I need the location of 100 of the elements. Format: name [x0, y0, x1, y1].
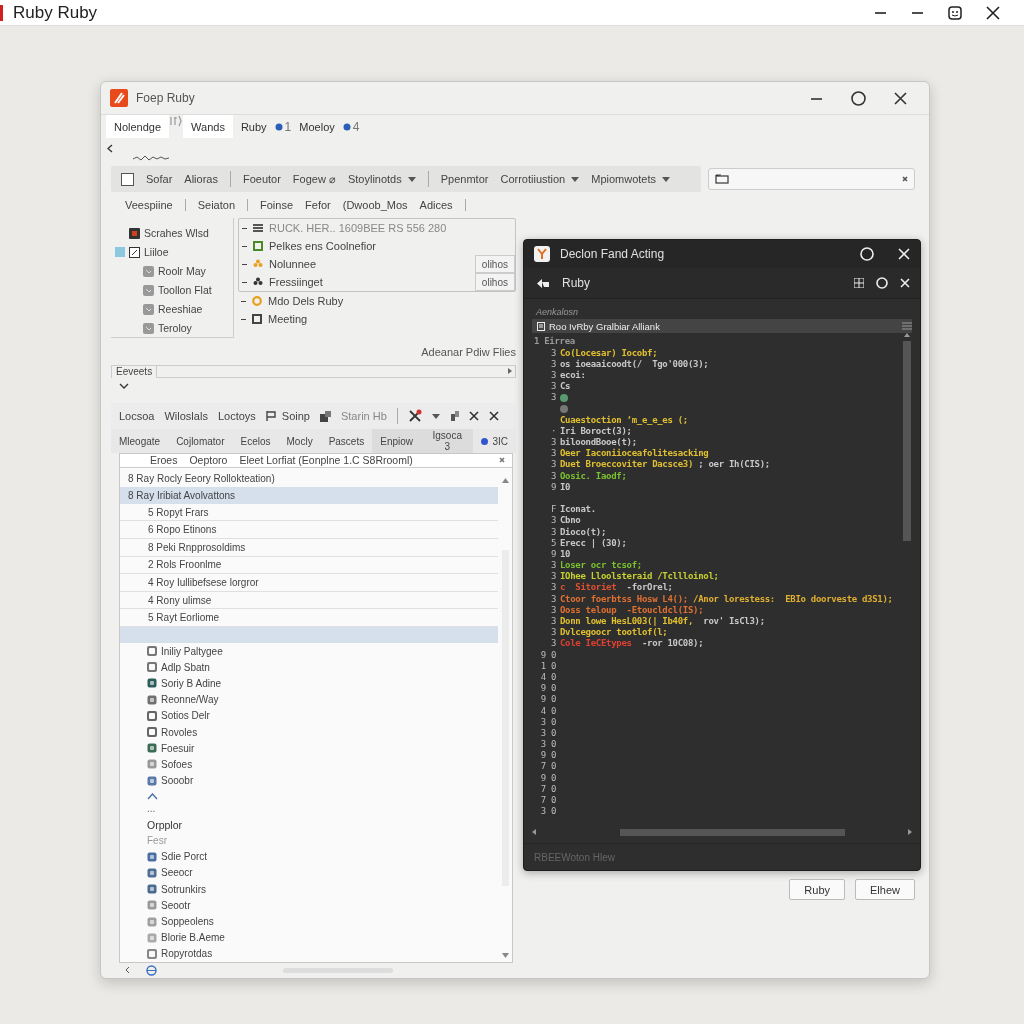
dropdown-button[interactable]: Stoylinotds — [347, 173, 416, 185]
sidebar-item[interactable]: Liiloe — [111, 243, 233, 261]
list-item[interactable]: Reonne/Way — [161, 694, 219, 706]
tree-item[interactable]: Nolunnee — [269, 258, 469, 270]
tree-row[interactable]: 8 Ray Iribiat Avolvattons — [120, 486, 498, 504]
list-item[interactable]: Seootr — [161, 899, 191, 911]
list-item[interactable]: Soppeolens — [161, 916, 214, 928]
caret-icon[interactable] — [571, 176, 580, 182]
toolbar-button[interactable]: Loctoys — [217, 410, 256, 422]
chevron-down-icon[interactable] — [119, 383, 129, 389]
tab[interactable]: Ruby — [232, 115, 275, 138]
close-icon[interactable] — [986, 5, 1000, 20]
filter-label[interactable]: Oeptoro — [189, 454, 228, 467]
tree-item[interactable]: Pelkes ens Coolnefior — [269, 240, 515, 252]
list-item[interactable]: Soriy B Adine — [161, 677, 222, 689]
tree-row[interactable]: 6 Ropo Etinons — [120, 521, 498, 540]
tree-item[interactable]: Mdo Dels Ruby — [268, 295, 516, 307]
list-item[interactable]: Blorie B.Aeme — [161, 932, 225, 944]
close-icon[interactable] — [468, 411, 479, 421]
back-icon[interactable] — [536, 277, 550, 289]
close-icon[interactable] — [894, 91, 907, 105]
ellipsis-text: ... — [147, 802, 156, 814]
tree-item[interactable]: Fressiinget — [269, 276, 469, 288]
globe-icon[interactable] — [146, 964, 157, 976]
list-item[interactable]: Foesuir — [161, 742, 195, 754]
list-item[interactable]: Sotrunkirs — [161, 883, 206, 895]
list-item[interactable]: Iniliy Paltygee — [161, 645, 223, 657]
sidebar-item[interactable]: Reeshiae — [111, 300, 233, 318]
tab[interactable]: Pascets — [320, 429, 373, 453]
tools-icon[interactable] — [407, 409, 422, 423]
tree-row[interactable]: 4 Roy Iullibefsese lorgror — [120, 574, 498, 592]
toolbar-button[interactable]: Fogew ⌀ — [292, 172, 336, 186]
toolbar-button[interactable]: Soinp — [265, 410, 310, 422]
maximize-icon[interactable] — [851, 90, 866, 106]
list-item[interactable]: Ropyrotdas — [161, 948, 213, 960]
scrollbar[interactable] — [501, 478, 510, 958]
list-item[interactable]: Adlp Sbatn — [161, 661, 210, 673]
box-icon[interactable] — [319, 410, 331, 422]
list-item[interactable]: Sooobr — [161, 775, 194, 787]
filter-label[interactable]: Eleet Lorfiat (Eonplne 1.C S8Rrooml) — [239, 454, 487, 467]
action-button[interactable]: olihos — [474, 255, 515, 273]
tab[interactable]: Moeloy — [291, 115, 343, 138]
tab[interactable]: Mleogate — [111, 429, 169, 453]
tree-row[interactable]: 5 Ropyt Frars — [120, 503, 498, 522]
action-button[interactable]: olihos — [474, 273, 515, 291]
list-item[interactable]: Sdie Porct — [161, 851, 208, 863]
caret-icon[interactable] — [662, 176, 671, 182]
tree-row[interactable]: 4 Rony ulimse — [120, 591, 498, 610]
scroll-up-icon — [502, 478, 509, 483]
line-number: 3 0 — [539, 806, 557, 818]
dropdown-button[interactable]: Corrotiiustion — [500, 173, 580, 185]
code-text: Loser ocr tcsof; — [560, 560, 642, 571]
tree-item[interactable]: Meeting — [268, 313, 516, 325]
tree-row[interactable]: 8 Peki Rnpprosoldims — [120, 539, 498, 557]
chevron-up-icon[interactable] — [147, 793, 158, 801]
checkbox[interactable] — [121, 172, 134, 186]
tab[interactable]: 3IC — [473, 429, 516, 453]
emoji-icon[interactable] — [948, 5, 962, 20]
sidebar-item[interactable]: Toollon Flat — [111, 281, 233, 299]
toolbar-button[interactable]: Ppenmtor — [440, 173, 489, 185]
list-item[interactable]: Sofoes — [161, 758, 193, 770]
sidebar-item[interactable]: Scrahes Wlsd — [111, 224, 233, 242]
toolbar-button[interactable]: Foeutor — [242, 173, 281, 185]
sidebar-item[interactable]: Roolr May — [111, 262, 233, 280]
back-icon[interactable] — [107, 143, 113, 153]
toolbar-button[interactable]: Wiloslals — [164, 410, 208, 422]
tab[interactable]: Cojlomator — [168, 429, 233, 453]
scrollbar[interactable] — [532, 827, 912, 837]
tab[interactable]: Nolendge — [106, 115, 170, 138]
sidebar-item[interactable]: Teroloy — [111, 319, 233, 337]
close-icon[interactable] — [902, 176, 908, 182]
code-text: Oeer Iaconiioceafolitesacking — [560, 448, 709, 460]
grid-icon[interactable] — [854, 278, 864, 288]
toolbar-button[interactable]: Alioras — [184, 173, 218, 185]
toolbar-button[interactable]: Sofar — [146, 173, 173, 185]
dialog-button[interactable]: Elhew — [855, 879, 915, 900]
caret-icon[interactable] — [407, 176, 416, 182]
back-icon[interactable] — [125, 966, 130, 974]
search-field[interactable] — [708, 168, 915, 190]
tab[interactable]: Mocly — [278, 429, 321, 453]
scroll-left-icon — [532, 829, 536, 835]
close-icon[interactable] — [488, 411, 499, 421]
toolbar-button[interactable]: Locsoa — [119, 410, 155, 422]
footer-link[interactable]: Adeanar Pdiw Flies — [421, 346, 516, 358]
tree-row[interactable]: 8 Ray Rocly Eeory Rollokteation) — [120, 469, 498, 487]
dropdown-button[interactable]: Mpiomwotets — [591, 173, 671, 185]
line-number: 3 0 — [539, 739, 557, 751]
tab[interactable]: Igsoca 3 — [421, 429, 474, 453]
dialog-button[interactable]: Ruby — [789, 879, 846, 900]
line-number: 3 — [549, 616, 557, 628]
tab[interactable]: Enpiow — [372, 429, 422, 453]
tab[interactable]: Ecelos — [232, 429, 279, 453]
caret-icon[interactable] — [431, 413, 440, 419]
list-item[interactable]: Rovoles — [161, 726, 198, 738]
filter-label[interactable]: Eroes — [150, 454, 178, 467]
tab[interactable]: Wands — [183, 115, 233, 138]
list-item[interactable]: Seeocr — [161, 867, 193, 879]
events-tab[interactable]: Eeveets — [111, 364, 158, 378]
tree-row[interactable]: 2 Rols Froonlme — [120, 556, 498, 575]
list-item[interactable]: Sotios Delr — [161, 710, 210, 722]
